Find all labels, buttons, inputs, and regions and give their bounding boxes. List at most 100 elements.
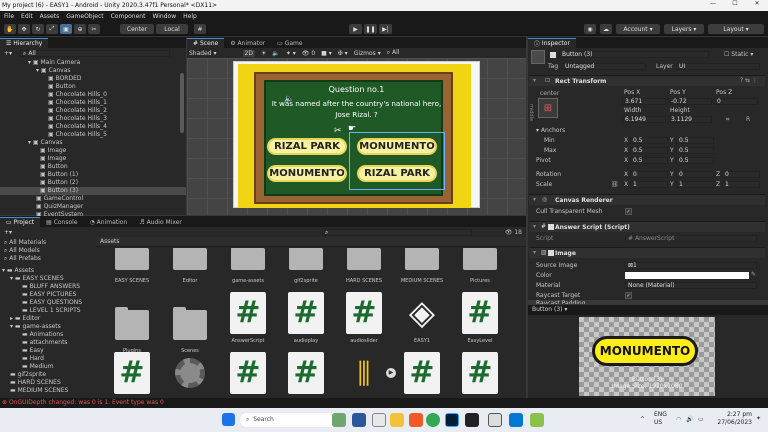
tree-item-button-3[interactable]: ▣ Button (3): [0, 187, 186, 195]
add-icon[interactable]: +▾: [4, 50, 12, 57]
eyedropper-icon[interactable]: ✎: [751, 271, 756, 278]
hand-tool-icon[interactable]: ✋: [4, 24, 16, 34]
min-y-field[interactable]: 0.5: [676, 137, 714, 144]
asset-item[interactable]: ⫼: [336, 356, 392, 392]
notepad-app-icon[interactable]: [530, 413, 544, 427]
hierarchy-search-input[interactable]: ⌕ All: [20, 49, 171, 57]
rect-transform-header[interactable]: Rect Transform: [529, 75, 765, 86]
asset-item[interactable]: Scenes: [162, 298, 218, 354]
object-name-input[interactable]: Button (3): [559, 51, 709, 58]
transform-tool-icon[interactable]: ⊕: [74, 24, 86, 34]
audio-icon[interactable]: 🔈: [272, 50, 279, 57]
status-bar[interactable]: ⊗ OnGUIDepth changed: was 0 is 1. Event …: [0, 398, 768, 408]
component-menu-icon[interactable]: ? ⇆ ⋮: [740, 77, 758, 84]
word-app-icon[interactable]: [352, 413, 366, 427]
answer-button-1[interactable]: RIZAL PARK: [267, 138, 347, 155]
scale-y-field[interactable]: 1: [676, 181, 714, 188]
custom-tool-icon[interactable]: ✂: [88, 24, 100, 34]
rot-x-field[interactable]: 0: [630, 171, 668, 178]
files-app-icon[interactable]: [372, 413, 386, 427]
menu-component[interactable]: Component: [111, 13, 146, 20]
tools-icon[interactable]: ✠ ▾: [338, 50, 348, 57]
scene-search-input[interactable]: ⌕ All: [387, 49, 400, 57]
raw-edit-icon[interactable]: R: [746, 116, 750, 123]
asset-item[interactable]: MEDIUM SCENES: [394, 248, 450, 284]
tab-console[interactable]: ▤ Console: [40, 217, 83, 227]
tree-item-hills-4[interactable]: ▣ Chocolate Hills_4: [0, 123, 186, 131]
folder-item[interactable]: ▬ EASY QUESTIONS: [0, 299, 92, 307]
pos-z-field[interactable]: 0: [714, 98, 758, 105]
canvas-renderer-header[interactable]: Canvas Renderer: [529, 194, 765, 205]
asset-item[interactable]: Plugins: [104, 298, 160, 354]
rot-y-field[interactable]: 0: [676, 171, 714, 178]
expand-chevron-icon[interactable]: ▾: [533, 77, 536, 84]
blueprint-icon[interactable]: ⌗: [726, 116, 729, 124]
office-app-icon[interactable]: [409, 413, 423, 427]
menu-window[interactable]: Window: [152, 13, 176, 20]
source-image-field[interactable]: ⊠1: [625, 262, 757, 269]
layer-dropdown[interactable]: UI: [676, 63, 760, 70]
tab-game[interactable]: ▭ Game: [271, 38, 308, 48]
asset-item[interactable]: #: [278, 352, 334, 398]
unity-editor-icon[interactable]: [488, 413, 502, 427]
move-tool-icon[interactable]: ✥: [18, 24, 30, 34]
folder-item[interactable]: ▾ ▬ EASY SCENES: [0, 275, 92, 283]
tree-item-borded[interactable]: ▣ BORDED: [0, 75, 186, 83]
pivot-x-field[interactable]: 0.5: [630, 157, 668, 164]
asset-item[interactable]: #: [220, 352, 276, 398]
collab-icon[interactable]: ◉: [584, 24, 596, 34]
asset-item[interactable]: Pictures: [452, 248, 508, 284]
folder-item[interactable]: ▬ Hard: [0, 355, 92, 363]
tree-item-button-1[interactable]: ▣ Button (1): [0, 171, 186, 179]
pause-button[interactable]: ❚❚: [364, 24, 377, 34]
tab-animator[interactable]: ⚙ Animator: [224, 38, 271, 48]
menu-assets[interactable]: Assets: [40, 13, 60, 20]
grid-snap-icon[interactable]: #: [194, 24, 206, 34]
language-indicator[interactable]: ENG US: [654, 411, 667, 427]
favorites-item[interactable]: ⌕ All Prefabs: [0, 255, 92, 263]
folder-item[interactable]: ▬ LEVEL 1 SCRIPTS: [0, 307, 92, 315]
tree-item-quizmanager[interactable]: ▣ QuizManager: [0, 203, 186, 211]
asset-item[interactable]: #: [452, 352, 508, 398]
tray-chevron-icon[interactable]: ^: [640, 416, 645, 423]
folder-item[interactable]: ▬ MEDIUM SCENES: [0, 387, 92, 395]
folder-item[interactable]: ▬ Easy: [0, 347, 92, 355]
tree-item-button-2[interactable]: ▣ Button (2): [0, 179, 186, 187]
anchor-preset-icon[interactable]: ⊞: [538, 98, 558, 118]
photoshop-app-icon[interactable]: [445, 413, 459, 427]
taskbar-search-input[interactable]: ⌕ Search: [240, 413, 340, 427]
asset-item[interactable]: HARD SCENES: [336, 248, 392, 284]
tree-item-image[interactable]: ▣ Image: [0, 147, 186, 155]
menu-help[interactable]: Help: [183, 13, 197, 20]
tab-audio-mixer[interactable]: ♬ Audio Mixer: [133, 217, 188, 227]
layers-dropdown[interactable]: Layers ▾: [664, 24, 704, 34]
folder-item[interactable]: ▸ ▬ Editor: [0, 315, 92, 323]
tree-item-canvas[interactable]: ▾ ▣ Canvas: [0, 67, 186, 75]
width-field[interactable]: 6.1949: [622, 116, 666, 123]
menu-file[interactable]: File: [4, 13, 14, 20]
tree-item-button[interactable]: ▣ Button: [0, 83, 186, 91]
pos-x-field[interactable]: 3.671: [622, 98, 666, 105]
cull-checkbox[interactable]: ✓: [625, 208, 632, 215]
answer-script-header[interactable]: Answer Script (Script): [529, 221, 765, 232]
account-dropdown[interactable]: Account ▾: [616, 24, 660, 34]
folder-item[interactable]: ▬ HARD SCENES: [0, 379, 92, 387]
folder-item[interactable]: ▬ Medium: [0, 363, 92, 371]
tab-animation[interactable]: ◔ Animation: [84, 217, 134, 227]
tab-scene[interactable]: # Scene: [187, 38, 225, 48]
asset-item[interactable]: #: [394, 352, 450, 398]
chrome-app-icon[interactable]: [426, 413, 440, 427]
cloud-icon[interactable]: ☁: [600, 24, 612, 34]
close-button[interactable]: ✕: [746, 0, 768, 7]
tree-item-hills-0[interactable]: ▣ Chocolate Hills_0: [0, 91, 186, 99]
volume-icon[interactable]: 🔊: [686, 416, 693, 423]
asset-item[interactable]: # EasyLevel: [452, 292, 508, 344]
shading-dropdown[interactable]: Shaded ▾: [189, 50, 217, 57]
asset-item[interactable]: # audioslider: [336, 292, 392, 344]
folder-item[interactable]: ▬ attachments: [0, 339, 92, 347]
tree-item-button-0[interactable]: ▣ Button: [0, 163, 186, 171]
clock[interactable]: 2:27 pm 27/06/2023: [712, 411, 752, 427]
maximize-button[interactable]: ☐: [724, 0, 746, 7]
folder-item[interactable]: ▬ gif2sprite: [0, 371, 92, 379]
max-x-field[interactable]: 0.5: [630, 147, 668, 154]
